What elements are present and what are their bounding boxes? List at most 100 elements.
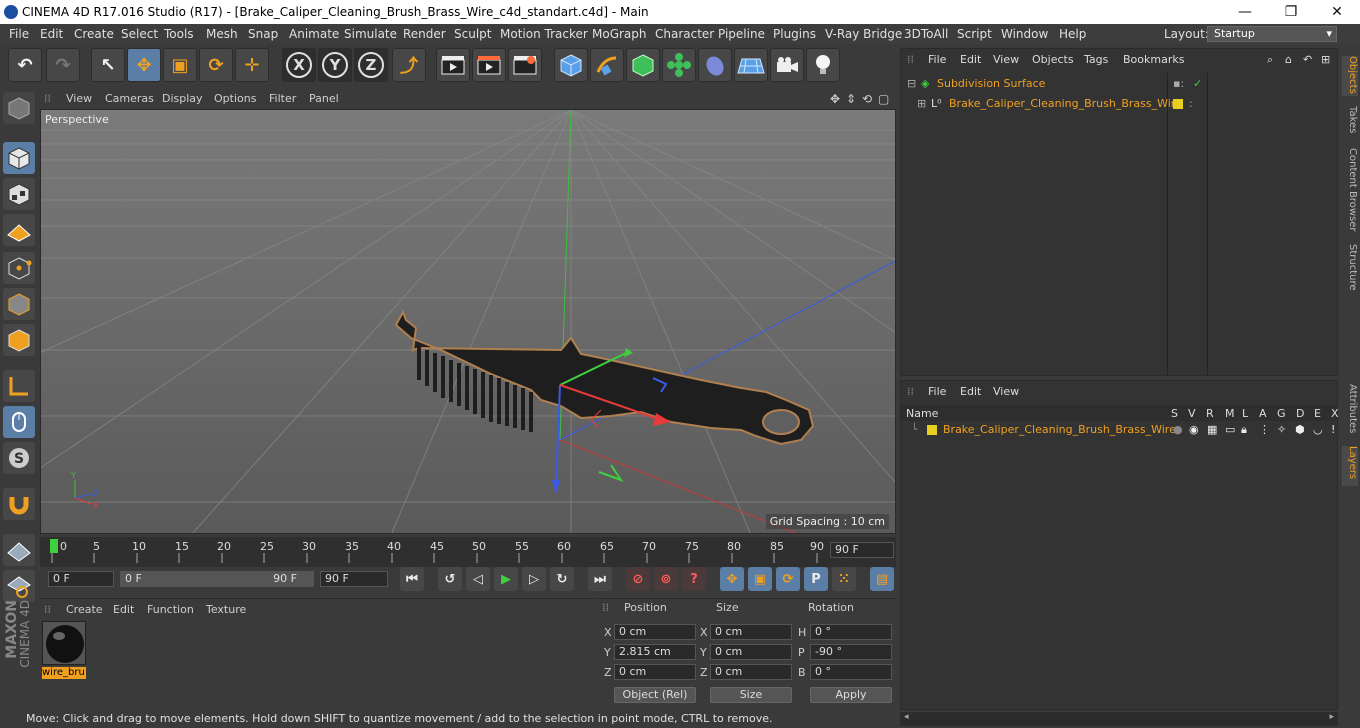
tab-structure[interactable]: Structure (1342, 244, 1358, 294)
search-icon[interactable]: ⌕ (1267, 53, 1273, 67)
menu-plugins[interactable]: Plugins (773, 27, 816, 41)
objects-menu-file[interactable]: File (928, 53, 946, 66)
visibility-dots-icon[interactable]: : (1189, 95, 1193, 113)
rotation-p-field[interactable]: -90 ° (810, 644, 892, 660)
record-parameter-button[interactable]: P (804, 567, 828, 591)
move-tool[interactable]: ✥ (127, 48, 161, 82)
pen-spline-icon[interactable] (590, 48, 624, 82)
tab-attributes[interactable]: Attributes (1342, 384, 1358, 438)
objects-menu-view[interactable]: View (993, 53, 1019, 66)
position-z-field[interactable]: 0 cm (614, 664, 696, 680)
menu-mograph[interactable]: MoGraph (592, 27, 647, 41)
menu-file[interactable]: File (9, 27, 29, 41)
subdivision-generator-icon[interactable] (626, 48, 660, 82)
viewport-menu-filter[interactable]: Filter (269, 92, 296, 105)
live-selection-tool[interactable]: ↖ (91, 48, 125, 82)
viewport-maximize-icon[interactable]: ▢ (878, 92, 889, 106)
tweak-mode-button[interactable] (3, 406, 35, 438)
viewport-menu-display[interactable]: Display (162, 92, 203, 105)
menu-motion-tracker[interactable]: Motion Tracker (500, 27, 588, 41)
horizontal-scrollbar[interactable]: ◂ ▸ (900, 712, 1338, 726)
drag-handle-icon[interactable]: ⁞⁞ (44, 92, 51, 105)
layer-row[interactable]: └ Brake_Caliper_Cleaning_Brush_Brass_Wir… (901, 421, 1337, 439)
rotate-tool[interactable]: ⟳ (199, 48, 233, 82)
menu-character[interactable]: Character (655, 27, 714, 41)
menu-help[interactable]: Help (1059, 27, 1086, 41)
menu-select[interactable]: Select (121, 27, 158, 41)
tab-layers[interactable]: Layers (1342, 446, 1358, 486)
menu-window[interactable]: Window (1001, 27, 1048, 41)
position-x-field[interactable]: 0 cm (614, 624, 696, 640)
viewport-zoom-icon[interactable]: ⇕ (846, 92, 856, 106)
timeline-ruler[interactable]: 0 5 10 15 20 25 30 35 40 45 50 55 60 65 … (40, 537, 896, 567)
tab-takes[interactable]: Takes (1342, 106, 1358, 142)
recent-tools[interactable]: ✛ (235, 48, 269, 82)
timeline-window-button[interactable]: ▤ (870, 567, 894, 591)
new-view-icon[interactable]: ⊞ (1321, 53, 1330, 66)
menu-tools[interactable]: Tools (164, 27, 194, 41)
menu-animate[interactable]: Animate (289, 27, 339, 41)
viewport-menu-panel[interactable]: Panel (309, 92, 339, 105)
viewport-pan-icon[interactable]: ✥ (830, 92, 840, 106)
drag-handle-icon[interactable]: ⁞⁞ (602, 601, 609, 614)
enabled-check-icon[interactable]: ✓ (1193, 75, 1202, 93)
menu-sculpt[interactable]: Sculpt (454, 27, 491, 41)
viewport-menu-options[interactable]: Options (214, 92, 256, 105)
object-name[interactable]: Subdivision Surface (937, 75, 1045, 93)
size-z-field[interactable]: 0 cm (710, 664, 792, 680)
objects-menu-bookmarks[interactable]: Bookmarks (1123, 53, 1184, 66)
layer-color-swatch[interactable] (927, 425, 937, 435)
menu-3dtoall[interactable]: 3DToAll (904, 27, 948, 41)
position-y-field[interactable]: 2.815 cm (614, 644, 696, 660)
size-mode-dropdown[interactable]: Size (710, 687, 792, 703)
deformers-icon[interactable]: ⬢ (1295, 421, 1305, 439)
redo-button[interactable]: ↷ (46, 48, 80, 82)
menu-snap[interactable]: Snap (248, 27, 278, 41)
expressions-icon[interactable]: ◡ (1313, 421, 1323, 439)
tab-content-browser[interactable]: Content Browser (1342, 148, 1358, 234)
viewport-menu-cameras[interactable]: Cameras (105, 92, 154, 105)
make-editable-button[interactable] (3, 92, 35, 124)
layers-menu-edit[interactable]: Edit (960, 385, 981, 398)
material-thumbnail[interactable] (42, 621, 86, 665)
go-to-start-button[interactable]: ⏮ (400, 567, 424, 591)
menu-mesh[interactable]: Mesh (206, 27, 238, 41)
apply-button[interactable]: Apply (810, 687, 892, 703)
previous-frame-button[interactable]: ◁ (466, 567, 490, 591)
z-axis-lock[interactable]: Z (354, 48, 388, 82)
workplane-mode-button[interactable] (3, 214, 35, 246)
edges-mode-button[interactable] (3, 288, 35, 320)
floor-environment-icon[interactable] (734, 48, 768, 82)
drag-handle-icon[interactable]: ⁞⁞ (907, 385, 914, 398)
minimize-button[interactable]: — (1222, 2, 1268, 22)
layers-menu-view[interactable]: View (993, 385, 1019, 398)
preview-range-slider[interactable]: 0 F 90 F (120, 571, 314, 587)
rotation-h-field[interactable]: 0 ° (810, 624, 892, 640)
expand-icon[interactable]: ⊞ (917, 95, 926, 113)
layers-menu-file[interactable]: File (928, 385, 946, 398)
snap-enable-button[interactable] (3, 488, 35, 520)
rotation-b-field[interactable]: 0 ° (810, 664, 892, 680)
next-frame-button[interactable]: ▷ (522, 567, 546, 591)
manager-icon[interactable]: ▭ (1225, 421, 1235, 439)
home-icon[interactable]: ⌂ (1285, 53, 1292, 66)
render-picture-viewer-icon[interactable] (472, 48, 506, 82)
x-axis-lock[interactable]: X (282, 48, 316, 82)
object-name[interactable]: Brake_Caliper_Cleaning_Brush_Brass_Wire (949, 95, 1182, 113)
record-active-objects-button[interactable]: ⊘ (626, 567, 650, 591)
object-row-subdivision[interactable]: ⊟ ◈ Subdivision Surface ▪: ✓ (901, 75, 1337, 93)
collapse-icon[interactable]: ⊟ (907, 75, 916, 93)
objects-menu-objects[interactable]: Objects (1032, 53, 1074, 66)
object-row-brush[interactable]: ⊞ L⁰ Brake_Caliper_Cleaning_Brush_Brass_… (901, 95, 1337, 113)
material-menu-function[interactable]: Function (147, 603, 194, 616)
model-mode-button[interactable] (3, 142, 35, 174)
axis-mode-button[interactable] (3, 370, 35, 402)
play-button[interactable]: ▶ (494, 567, 518, 591)
scale-tool[interactable]: ▣ (163, 48, 197, 82)
menu-create[interactable]: Create (74, 27, 114, 41)
lock-icon[interactable]: 🔒︎ (1241, 421, 1247, 439)
coordinate-mode-dropdown[interactable]: Object (Rel) (614, 687, 696, 703)
points-mode-button[interactable] (3, 252, 35, 284)
layout-dropdown[interactable]: Startup ▾ (1207, 26, 1337, 42)
polygons-mode-button[interactable] (3, 324, 35, 356)
